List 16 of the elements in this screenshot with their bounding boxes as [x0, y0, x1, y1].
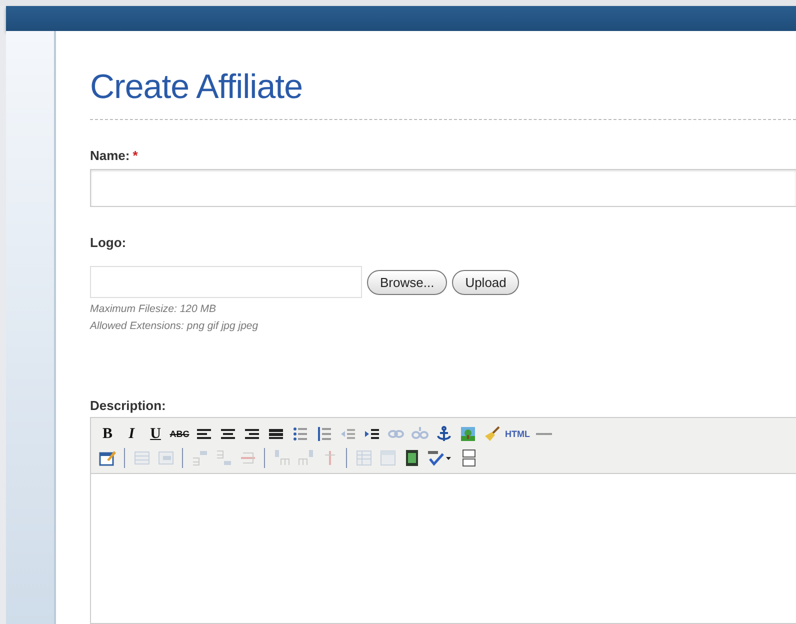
field-label: Description: — [90, 398, 167, 413]
underline-button[interactable]: U — [145, 424, 166, 444]
hint-text: Allowed Extensions: png gif jpg jpeg — [90, 320, 260, 332]
file-path-field[interactable] — [90, 266, 362, 298]
strikethrough-button[interactable]: ABC — [169, 424, 190, 444]
field-label: Logo: — [90, 235, 128, 250]
browse-button[interactable]: Browse... — [367, 270, 448, 294]
bold-button[interactable]: B — [97, 424, 118, 444]
required-mark: * — [132, 148, 138, 163]
hint-text: Maximum Filesize: 120 MB — [90, 303, 218, 315]
italic-button[interactable]: I — [121, 424, 142, 444]
page-title: Create Affiliate — [90, 67, 304, 108]
field-label: Name: — [90, 148, 130, 163]
html-button[interactable]: HTML — [505, 424, 530, 444]
name-input-field[interactable] — [90, 169, 796, 207]
upload-button[interactable]: Upload — [452, 270, 520, 294]
